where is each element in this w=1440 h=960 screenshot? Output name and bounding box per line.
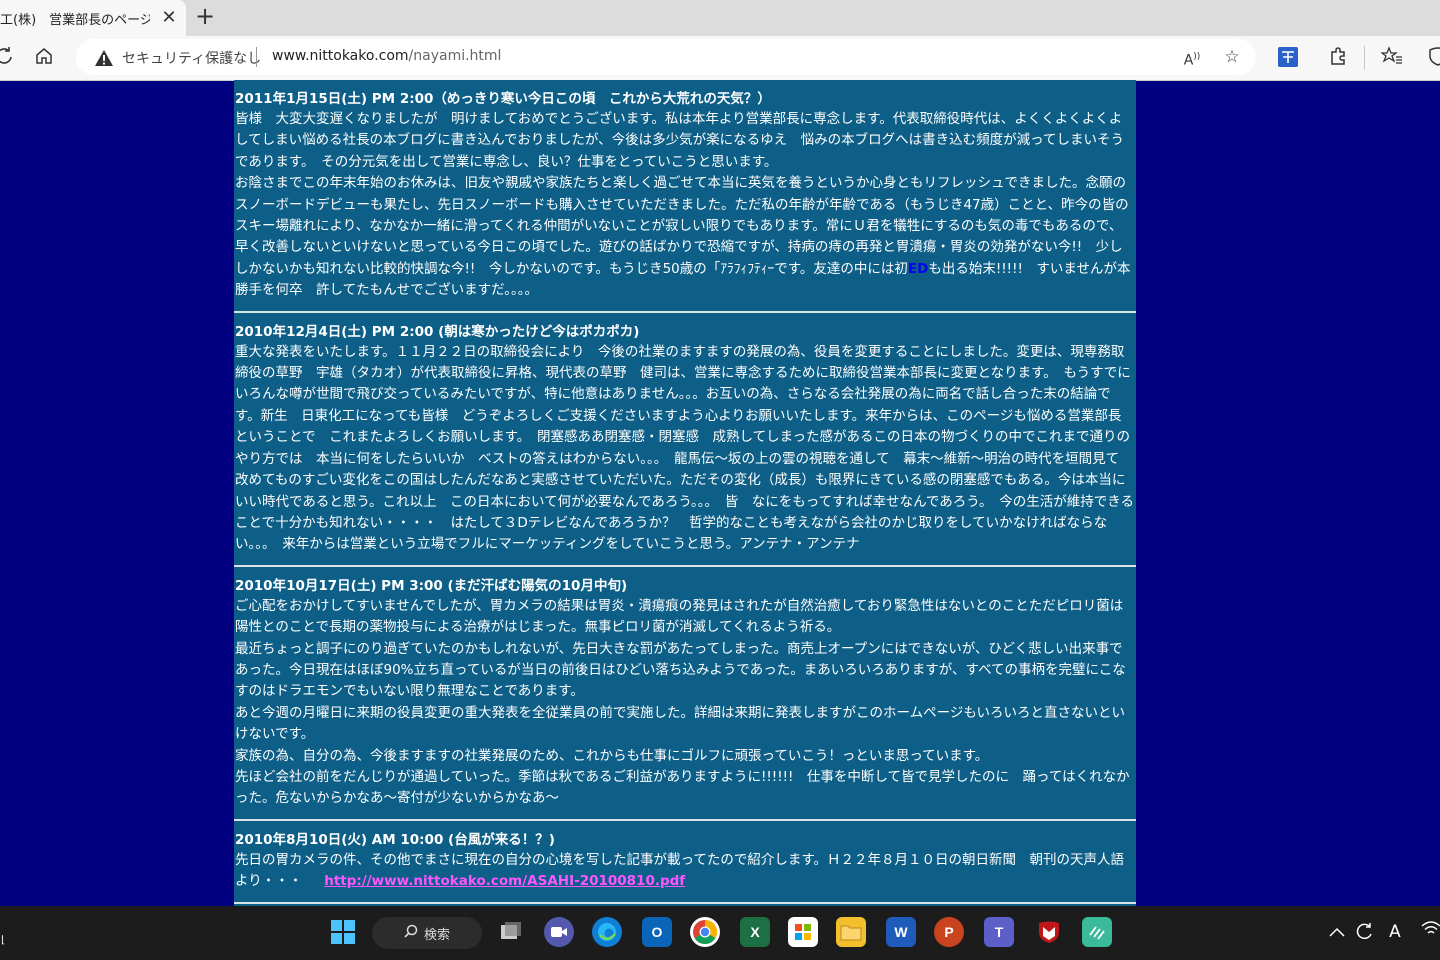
file-explorer-icon[interactable]: [836, 917, 866, 947]
post-date: 2010年10月17日(土) PM 3:00 (まだ汗ばむ陽気の10月中旬): [235, 577, 628, 594]
toolbar-divider: [1364, 46, 1365, 70]
post-paragraph: 重大な発表をいたします。１１月２２日の取締役会により 今後の社業のますますの発展…: [235, 343, 1134, 553]
post-2010-12-04: 2010年12月4日(土) PM 2:00 (朝は寒かったけど今はポカポカ) 重…: [234, 313, 1136, 567]
excel-icon[interactable]: X: [740, 917, 770, 947]
url-path: /nayami.html: [408, 48, 502, 64]
refresh-icon[interactable]: [0, 46, 16, 70]
security-label[interactable]: セキュリティ保護なし: [122, 48, 261, 68]
post-2011-01-15: 2011年1月15日(土) PM 2:00（めっきり寒い今日この頃 これから大荒…: [234, 80, 1136, 313]
search-icon: [404, 924, 418, 942]
address-bar[interactable]: セキュリティ保護なし www.nittokako.com/nayami.html…: [76, 39, 1256, 75]
post-2010-08-10: 2010年8月10日(火) AM 10:00 (台風が来る！？) 先日の胃カメラ…: [234, 821, 1136, 904]
taskbar: ⌊ 検索 O X W P T A: [0, 906, 1440, 960]
page-content: 2011年1月15日(土) PM 2:00（めっきり寒い今日この頃 これから大荒…: [234, 80, 1136, 906]
chrome-icon[interactable]: [690, 917, 720, 947]
tab-title: 工(株) 営業部長のページ: [0, 12, 150, 28]
post-body: ご心配をおかけしてすいませんでしたが、胃カメラの結果は胃炎・潰瘍痕の発見はされた…: [235, 596, 1134, 810]
post-paragraph: 家族の為、自分の為、今後ますますの社業発展のため、これからも仕事にゴルフに頑張っ…: [235, 747, 989, 764]
asahi-pdf-link[interactable]: http://www.nittokako.com/ASAHI-20100810.…: [324, 873, 685, 889]
read-aloud-icon[interactable]: A)): [1180, 45, 1204, 69]
post-paragraph: 皆様 大変大変遅くなりましたが 明けましておめでとうございます。私は本年より営業…: [235, 111, 1124, 170]
app-icon[interactable]: [1082, 917, 1112, 947]
url-text[interactable]: www.nittokako.com/nayami.html: [272, 48, 501, 64]
task-view-icon[interactable]: [496, 917, 526, 947]
browser-toolbar: セキュリティ保護なし www.nittokako.com/nayami.html…: [0, 36, 1440, 81]
post-paragraph: 最近ちょっと調子にのり過ぎていたのかもしれないが、先日大きな罰があたってしまった…: [235, 640, 1126, 700]
address-divider: [256, 47, 257, 67]
teams-meet-icon[interactable]: [544, 917, 574, 947]
word-icon[interactable]: W: [886, 917, 916, 947]
tab-strip: 工(株) 営業部長のページ ✕ +: [0, 0, 1440, 36]
store-icon[interactable]: [788, 917, 818, 947]
translate-icon[interactable]: [1276, 46, 1300, 70]
close-tab-icon[interactable]: ✕: [160, 9, 178, 27]
browser-tab[interactable]: 工(株) 営業部長のページ ✕: [0, 0, 186, 36]
teams-icon[interactable]: T: [984, 917, 1014, 947]
browser-essentials-icon[interactable]: [1426, 46, 1440, 70]
post-paragraph: 先日の胃カメラの件、その他でまさに現在の自分の心境を写した記事が載ってたので紹介…: [235, 850, 1134, 893]
post-paragraph: 先ほど会社の前をだんじりが通過していった。季節は秋であるご利益がありますように!…: [235, 768, 1130, 807]
start-icon[interactable]: [328, 917, 358, 947]
post-body: 先日の胃カメラの件、その他でまさに現在の自分の心境を写した記事が載ってたので紹介…: [235, 850, 1134, 893]
extensions-icon[interactable]: [1326, 46, 1350, 70]
taskbar-edge-mark: ⌊: [1, 935, 5, 946]
url-host: www.nittokako.com: [272, 48, 409, 64]
favorites-icon[interactable]: [1380, 46, 1404, 70]
post-2010-10-17: 2010年10月17日(土) PM 3:00 (まだ汗ばむ陽気の10月中旬) ご…: [234, 567, 1136, 821]
search-label: 検索: [424, 927, 451, 943]
mcafee-icon[interactable]: [1034, 917, 1064, 947]
taskbar-search[interactable]: 検索: [372, 917, 482, 949]
outlook-icon[interactable]: O: [642, 917, 672, 947]
post-body: 皆様 大変大変遅くなりましたが 明けましておめでとうございます。私は本年より営業…: [235, 109, 1134, 302]
favorite-add-icon[interactable]: ☆: [1220, 45, 1244, 69]
post-date: 2010年8月10日(火) AM 10:00 (台風が来る！？): [235, 831, 555, 848]
sync-icon[interactable]: [1354, 921, 1376, 943]
post-date: 2010年12月4日(土) PM 2:00 (朝は寒かったけど今はポカポカ): [235, 323, 640, 340]
home-icon[interactable]: [32, 46, 56, 70]
post-paragraph: お陰さまでこの年末年始のお休みは、旧友や親戚や家族たちと楽しく過ごせて本当に英気…: [235, 173, 1134, 301]
ime-icon[interactable]: A: [1384, 921, 1406, 943]
post-body: 重大な発表をいたします。１１月２２日の取締役会により 今後の社業のますますの発展…: [235, 342, 1134, 556]
post-date: 2011年1月15日(土) PM 2:00（めっきり寒い今日この頃 これから大荒…: [235, 91, 771, 107]
ed-highlight: ED: [907, 260, 929, 277]
wifi-icon[interactable]: [1420, 921, 1440, 943]
warning-icon: [94, 49, 114, 67]
edge-icon[interactable]: [592, 917, 622, 947]
post-paragraph: ご心配をおかけしてすいませんでしたが、胃カメラの結果は胃炎・潰瘍痕の発見はされた…: [235, 597, 1124, 636]
powerpoint-icon[interactable]: P: [934, 917, 964, 947]
post-paragraph: あと今週の月曜日に来期の役員変更の重大発表を全従業員の前で実施した。詳細は来期に…: [235, 704, 1126, 743]
new-tab-button[interactable]: +: [194, 4, 216, 29]
chevron-up-icon[interactable]: [1326, 921, 1348, 943]
